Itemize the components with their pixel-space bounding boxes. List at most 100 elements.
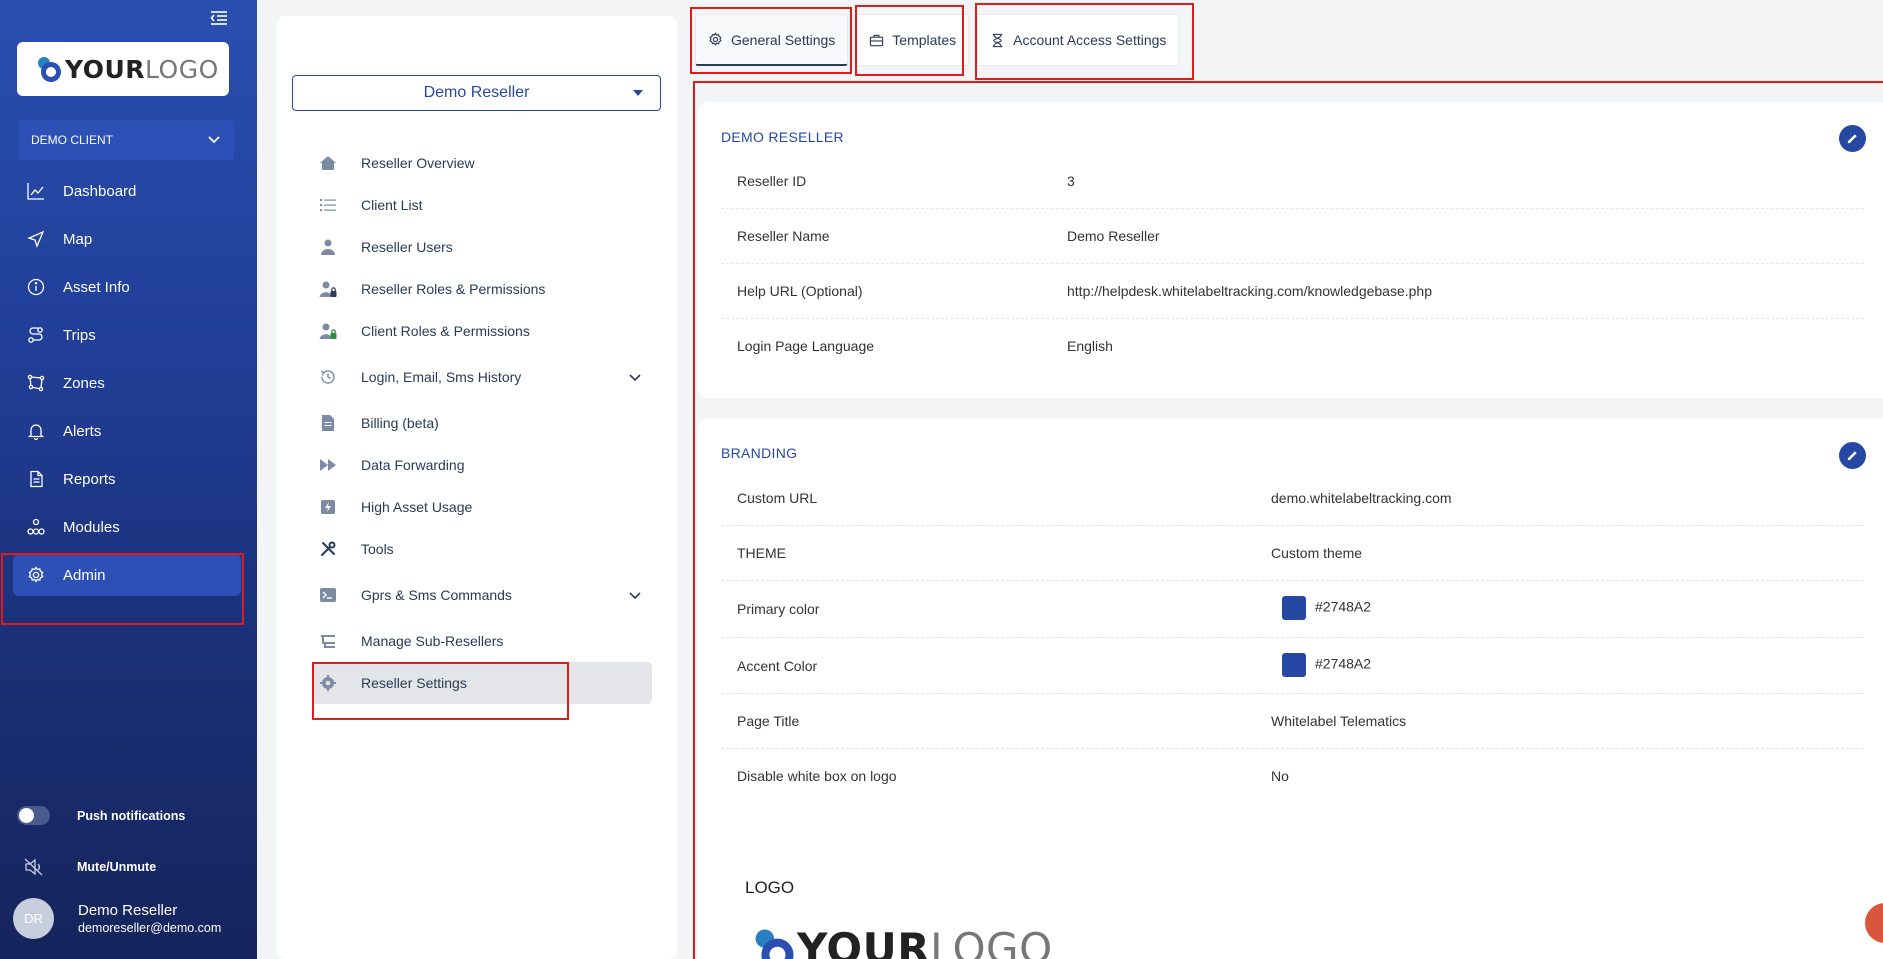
- row-label: Help URL (Optional): [737, 283, 863, 299]
- nav-trips[interactable]: Trips: [13, 314, 241, 356]
- client-select-label: DEMO CLIENT: [31, 133, 114, 147]
- mute-label: Mute/Unmute: [77, 860, 157, 874]
- menu-login-history[interactable]: Login, Email, Sms History: [312, 352, 652, 402]
- user-email: demoreseller@demo.com: [78, 921, 222, 935]
- menu-client-roles[interactable]: Client Roles & Permissions: [312, 310, 652, 352]
- list-icon: [320, 199, 336, 211]
- tab-label: General Settings: [731, 31, 836, 48]
- menu-label: Data Forwarding: [361, 457, 465, 473]
- edit-demo-reseller-button[interactable]: [1839, 125, 1866, 152]
- bell-icon: [27, 424, 45, 440]
- chevron-down-icon[interactable]: [628, 588, 642, 602]
- row-value: 3: [1067, 173, 1075, 189]
- nav-label: Modules: [63, 518, 120, 536]
- user-lock-green-icon: [319, 323, 337, 339]
- menu-reseller-overview[interactable]: Reseller Overview: [312, 142, 652, 184]
- tab-templates[interactable]: Templates: [856, 14, 970, 66]
- nav-label: Admin: [63, 566, 106, 584]
- nav-modules[interactable]: Modules: [13, 506, 241, 548]
- nav-label: Dashboard: [63, 182, 137, 200]
- nav-label: Zones: [63, 374, 105, 392]
- tab-general-settings[interactable]: General Settings: [695, 14, 849, 66]
- menu-manage-subresellers[interactable]: Manage Sub-Resellers: [312, 620, 652, 662]
- row-value: Custom theme: [1271, 545, 1363, 561]
- chevron-down-icon: [208, 136, 220, 144]
- accent-color-hex: #2748A2: [1315, 655, 1372, 672]
- history-icon: [320, 370, 335, 384]
- row-value: http://helpdesk.whitelabeltracking.com/k…: [1067, 283, 1433, 299]
- nav-dashboard[interactable]: Dashboard: [13, 170, 241, 212]
- edit-branding-button[interactable]: [1839, 442, 1866, 469]
- nav-label: Alerts: [63, 422, 102, 440]
- client-select[interactable]: DEMO CLIENT: [18, 120, 234, 160]
- row-label: Reseller Name: [737, 228, 830, 244]
- brand-logo[interactable]: YOURLOGO: [17, 42, 229, 96]
- menu-gprs-sms[interactable]: Gprs & Sms Commands: [312, 570, 652, 620]
- menu-reseller-settings[interactable]: Reseller Settings: [312, 662, 652, 704]
- document-icon: [30, 470, 43, 488]
- row-label: Accent Color: [737, 658, 818, 674]
- detail-row: Reseller ID 3: [721, 154, 1864, 209]
- chevron-down-icon[interactable]: [628, 370, 642, 384]
- menu-label: Client Roles & Permissions: [361, 323, 530, 339]
- reseller-select[interactable]: Demo Reseller: [292, 75, 661, 111]
- modules-icon: [27, 518, 45, 535]
- mute-toggle[interactable]: Mute/Unmute: [24, 857, 156, 877]
- navigation-arrow-icon: [27, 230, 45, 248]
- nav-map[interactable]: Map: [13, 218, 241, 260]
- row-label: THEME: [737, 545, 786, 561]
- row-label: Primary color: [737, 601, 820, 617]
- settings-icon: [320, 675, 336, 691]
- menu-label: Reseller Overview: [361, 155, 475, 171]
- user-profile[interactable]: DR Demo Reseller demoreseller@demo.com: [13, 898, 221, 939]
- nav-label: Reports: [63, 470, 116, 488]
- collapse-menu-icon[interactable]: [210, 10, 228, 26]
- logo-mark-icon: [35, 55, 63, 83]
- file-icon: [322, 415, 334, 431]
- menu-label: Reseller Roles & Permissions: [361, 281, 546, 297]
- branding-row: Page Title Whitelabel Telematics: [721, 694, 1864, 749]
- row-value: Demo Reseller: [1067, 228, 1160, 244]
- menu-tools[interactable]: Tools: [312, 528, 652, 570]
- menu-label: High Asset Usage: [361, 499, 473, 515]
- pencil-icon: [1847, 451, 1857, 461]
- menu-reseller-roles[interactable]: Reseller Roles & Permissions: [312, 268, 652, 310]
- nav-label: Asset Info: [63, 278, 130, 296]
- reseller-select-value: Demo Reseller: [423, 84, 530, 101]
- demo-reseller-card: DEMO RESELLER Reseller ID 3 Reseller Nam…: [698, 102, 1883, 398]
- menu-label: Login, Email, Sms History: [361, 369, 522, 385]
- primary-color-hex: #2748A2: [1315, 598, 1372, 615]
- menu-data-forwarding[interactable]: Data Forwarding: [312, 444, 652, 486]
- nav-reports[interactable]: Reports: [13, 458, 241, 500]
- menu-client-list[interactable]: Client List: [312, 184, 652, 226]
- logo-text: YOURLOGO: [65, 54, 219, 84]
- menu-label: Reseller Settings: [361, 675, 467, 691]
- tab-label: Account Access Settings: [1013, 32, 1167, 48]
- tools-icon: [321, 541, 336, 556]
- branding-row: Custom URL demo.whitelabeltracking.com: [721, 471, 1864, 526]
- nav-admin[interactable]: Admin: [13, 554, 241, 596]
- user-name: Demo Reseller: [78, 902, 178, 919]
- row-value: #2748A2: [1282, 596, 1371, 620]
- detail-row: Help URL (Optional) http://helpdesk.whit…: [721, 264, 1864, 319]
- caret-down-icon: [633, 90, 643, 96]
- menu-label: Tools: [361, 541, 394, 557]
- nav-zones[interactable]: Zones: [13, 362, 241, 404]
- nav-asset-info[interactable]: Asset Info: [13, 266, 241, 308]
- push-notifications-toggle[interactable]: [17, 806, 50, 825]
- nav-alerts[interactable]: Alerts: [13, 410, 241, 452]
- menu-high-asset-usage[interactable]: High Asset Usage: [312, 486, 652, 528]
- row-value: No: [1271, 768, 1289, 784]
- row-value: #2748A2: [1282, 653, 1371, 677]
- user-lock-icon: [319, 281, 337, 297]
- route-icon: [28, 327, 43, 343]
- tab-account-access-settings[interactable]: Account Access Settings: [977, 14, 1180, 66]
- menu-reseller-users[interactable]: Reseller Users: [312, 226, 652, 268]
- menu-label: Reseller Users: [361, 239, 453, 255]
- forward-icon: [320, 459, 336, 471]
- branding-row: Primary color #2748A2: [721, 581, 1864, 638]
- menu-billing[interactable]: Billing (beta): [312, 402, 652, 444]
- bolt-icon: [321, 500, 335, 514]
- branding-row: THEME Custom theme: [721, 526, 1864, 581]
- row-label: Disable white box on logo: [737, 768, 897, 784]
